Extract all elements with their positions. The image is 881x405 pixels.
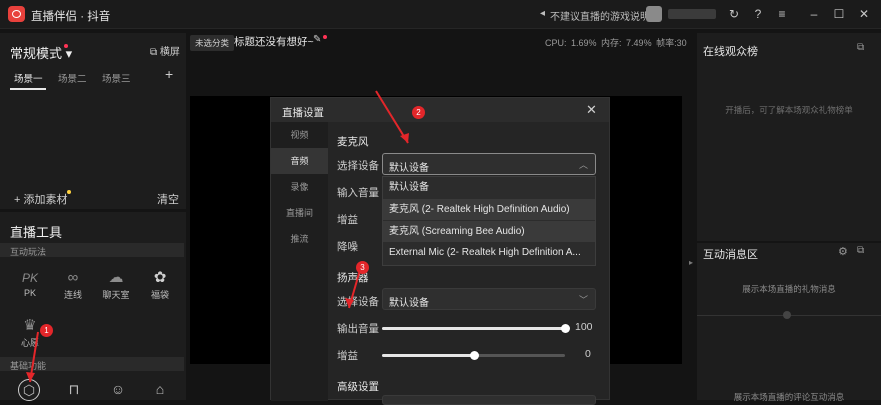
annotation-badge: 1: [40, 324, 53, 337]
annotation-badge: 2: [412, 106, 425, 119]
annotation-badge: 3: [356, 261, 369, 274]
arrowhead: [345, 298, 354, 308]
arrowhead: [400, 133, 409, 143]
arrowhead: [26, 372, 35, 382]
annotation-arrows: [26, 90, 409, 383]
